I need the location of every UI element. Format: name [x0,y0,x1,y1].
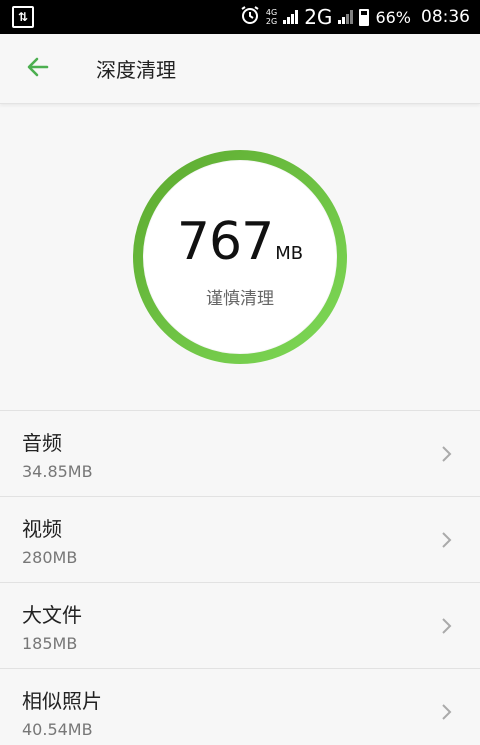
summary-panel: 767 MB 谨慎清理 [0,104,480,410]
back-button[interactable] [0,34,76,104]
battery-icon [359,8,370,26]
clock: 08:36 [421,7,470,27]
item-size: 34.85MB [22,461,93,481]
alarm-icon [240,5,260,29]
chevron-right-icon [434,617,458,635]
app-notification-icon: ⇅ [12,6,34,28]
list-item-video[interactable]: 视频 280MB [0,496,480,582]
item-size: 40.54MB [22,719,93,739]
item-title: 大文件 [22,602,82,627]
list-item-large-files[interactable]: 大文件 185MB [0,582,480,668]
list-item-audio[interactable]: 音频 34.85MB [0,410,480,496]
item-title: 音频 [22,430,62,455]
arrow-left-icon [25,54,51,84]
network-type-small: 4G 2G [265,8,278,26]
item-size: 185MB [22,633,78,653]
chevron-right-icon [434,703,458,721]
category-list: 音频 34.85MB 视频 280MB 大文件 185MB 相似照片 40.54… [0,410,480,745]
toolbar: 深度清理 [0,34,480,104]
size-ring: 767 MB 谨慎清理 [132,149,348,365]
list-item-similar-photos[interactable]: 相似照片 40.54MB [0,668,480,745]
signal-strength-icon-2 [338,10,354,24]
item-title: 相似照片 [22,688,102,713]
total-size-unit: MB [275,242,304,264]
network-type-label: 2G [304,5,333,29]
chevron-right-icon [434,445,458,463]
status-bar: ⇅ 4G 2G 2G 66% 08:36 [0,0,480,34]
page-title: 深度清理 [96,58,176,82]
battery-percentage: 66% [375,7,411,27]
total-size-value: 767 [176,211,274,272]
item-title: 视频 [22,516,62,541]
summary-label: 谨慎清理 [206,288,274,309]
signal-strength-icon [283,10,299,24]
chevron-right-icon [434,531,458,549]
item-size: 280MB [22,547,78,567]
